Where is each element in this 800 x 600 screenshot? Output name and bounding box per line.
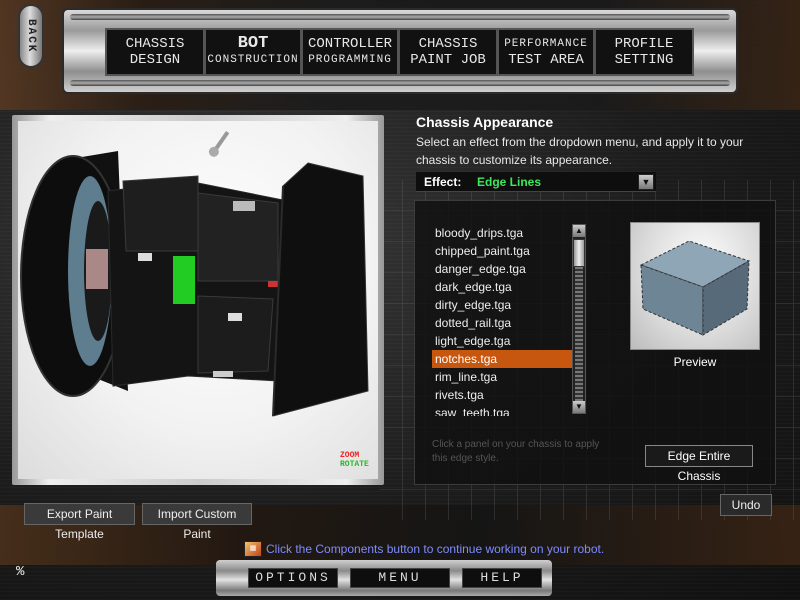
tab-line1: PERFORMANCE <box>504 38 588 50</box>
list-item[interactable]: light_edge.tga <box>432 332 572 350</box>
status-bar: ▦ Click the Components button to continu… <box>244 541 604 557</box>
texture-list[interactable]: bloody_drips.tga chipped_paint.tga dange… <box>432 224 572 416</box>
tab-line2: CONSTRUCTION <box>207 54 299 66</box>
menu-button[interactable]: MENU <box>350 568 450 588</box>
list-item-selected[interactable]: notches.tga <box>432 350 572 368</box>
tab-line2: TEST AREA <box>508 52 584 68</box>
components-icon: ▦ <box>244 541 262 557</box>
list-item[interactable]: rim_line.tga <box>432 368 572 386</box>
list-item[interactable]: dotted_rail.tga <box>432 314 572 332</box>
wrench-icon <box>208 131 230 157</box>
list-item[interactable]: dark_edge.tga <box>432 278 572 296</box>
tab-chassis-paint-job[interactable]: CHASSIS PAINT JOB <box>398 28 498 76</box>
apply-hint: Click a panel on your chassis to apply t… <box>432 439 600 464</box>
tab-performance-test-area[interactable]: PERFORMANCE TEST AREA <box>497 28 595 76</box>
tab-line2: PAINT JOB <box>410 52 486 68</box>
texture-preview <box>630 222 760 350</box>
scroll-down-icon[interactable]: ▼ <box>573 401 585 413</box>
options-button[interactable]: OPTIONS <box>248 568 338 588</box>
tab-profile-setting[interactable]: PROFILE SETTING <box>594 28 694 76</box>
tab-bot-construction[interactable]: BOT CONSTRUCTION <box>204 28 302 76</box>
status-text: Click the Components button to continue … <box>266 542 605 556</box>
tab-line2: DESIGN <box>129 52 181 68</box>
wait-cursor-icon: % <box>16 564 25 580</box>
tab-controller-programming[interactable]: CONTROLLER PROGRAMMING <box>301 28 399 76</box>
back-button[interactable]: BACK <box>18 4 44 68</box>
edge-entire-chassis-button[interactable]: Edge Entire Chassis <box>645 445 753 483</box>
effect-label: Effect: <box>424 175 462 189</box>
tab-chassis-design[interactable]: CHASSIS DESIGN <box>105 28 205 76</box>
tab-line2: SETTING <box>614 52 674 68</box>
rotate-label: ROTATE <box>340 460 369 469</box>
tab-line1: BOT <box>237 34 269 53</box>
list-item[interactable]: rivets.tga <box>432 386 572 404</box>
tab-line1: CONTROLLER <box>307 36 392 52</box>
zoom-label: ZOOM <box>340 451 360 460</box>
tab-line2: PROGRAMMING <box>308 54 392 66</box>
tab-line1: PROFILE <box>614 36 674 52</box>
zoom-rotate-indicator: ZOOM ROTATE <box>340 451 369 469</box>
export-paint-template-button[interactable]: Export Paint Template <box>24 503 135 541</box>
list-item[interactable]: chipped_paint.tga <box>432 242 572 260</box>
preview-cube <box>639 240 751 336</box>
preview-label: Preview <box>673 355 717 369</box>
robot-model[interactable] <box>18 121 378 479</box>
right-wheel <box>272 162 369 417</box>
scroll-thumb[interactable] <box>573 239 585 267</box>
effect-dropdown[interactable]: Effect: Edge Lines ▼ <box>416 172 656 192</box>
scroll-up-icon[interactable]: ▲ <box>573 225 585 237</box>
tab-line1: CHASSIS <box>125 36 185 52</box>
list-item[interactable]: bloody_drips.tga <box>432 224 572 242</box>
tab-line1: CHASSIS <box>418 36 478 52</box>
list-item[interactable]: danger_edge.tga <box>432 260 572 278</box>
robot-viewport[interactable]: ZOOM ROTATE <box>12 115 384 485</box>
list-item[interactable]: dirty_edge.tga <box>432 296 572 314</box>
page-title: Chassis Appearance <box>416 114 554 130</box>
import-custom-paint-button[interactable]: Import Custom Paint <box>142 503 252 541</box>
help-button[interactable]: HELP <box>462 568 542 588</box>
nav-rail-bottom <box>70 80 730 86</box>
undo-button[interactable]: Undo <box>720 494 772 516</box>
chevron-down-icon[interactable]: ▼ <box>638 174 654 190</box>
texture-list-scrollbar[interactable]: ▲ ▼ <box>572 224 586 414</box>
nav-rail-top <box>70 14 730 20</box>
effect-value: Edge Lines <box>477 175 542 189</box>
back-label: BACK <box>25 18 37 54</box>
selected-panel <box>173 256 195 304</box>
list-item[interactable]: saw_teeth.tga <box>432 404 572 416</box>
appearance-description: Select an effect from the dropdown menu,… <box>416 135 744 167</box>
